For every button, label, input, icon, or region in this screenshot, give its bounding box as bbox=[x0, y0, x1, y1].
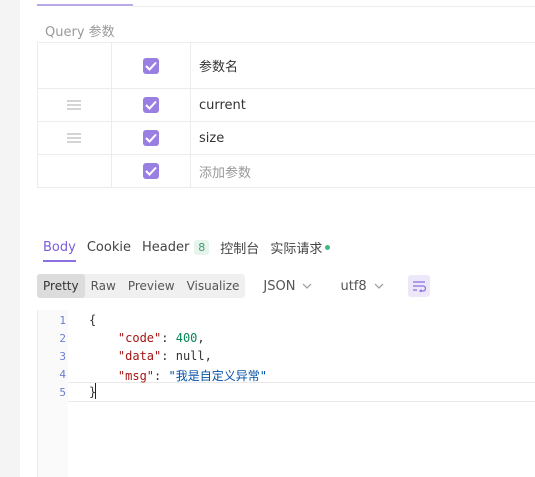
json-sep: : bbox=[161, 349, 176, 363]
response-toolbar: Pretty Raw Preview Visualize JSON utf8 bbox=[37, 274, 430, 298]
json-comma: , bbox=[197, 331, 205, 345]
divider bbox=[133, 6, 535, 7]
param-name-field[interactable]: size bbox=[199, 122, 224, 154]
code-line: "data": null, bbox=[89, 349, 212, 363]
code-line: "msg": "我是自定义异常" bbox=[89, 367, 267, 384]
view-mode-switch: Pretty Raw Preview Visualize bbox=[37, 274, 246, 298]
param-enabled-checkbox[interactable] bbox=[143, 130, 159, 146]
drag-column bbox=[37, 122, 112, 154]
check-icon bbox=[145, 61, 157, 71]
chevron-down-icon bbox=[303, 283, 312, 289]
param-row: current bbox=[37, 89, 535, 122]
drag-column bbox=[37, 43, 112, 88]
header-count-badge: 8 bbox=[194, 239, 210, 255]
encoding-select-value: utf8 bbox=[340, 278, 367, 294]
select-all-checkbox[interactable] bbox=[143, 57, 159, 74]
tab-body[interactable]: Body bbox=[43, 233, 76, 262]
tab-console[interactable]: 控制台 bbox=[220, 233, 259, 261]
format-select[interactable]: JSON bbox=[263, 279, 312, 294]
format-select-value: JSON bbox=[263, 278, 296, 294]
query-params-panel: Query 参数 参数名 current size 添加参数 bbox=[20, 0, 535, 222]
params-table: 参数名 current size 添加参数 bbox=[37, 42, 535, 188]
view-mode-raw[interactable]: Raw bbox=[85, 274, 122, 298]
json-sep: : bbox=[161, 331, 176, 345]
json-value: null bbox=[175, 349, 205, 363]
line-number: 1 bbox=[59, 314, 66, 327]
view-mode-pretty[interactable]: Pretty bbox=[37, 274, 85, 298]
json-value: "我是自定义异常" bbox=[168, 369, 267, 383]
tab-label: 实际请求 bbox=[270, 241, 323, 257]
check-column bbox=[111, 155, 191, 187]
line-number-gutter: 1 2 3 4 5 bbox=[38, 310, 68, 477]
status-dot bbox=[325, 244, 331, 250]
query-params-title: Query 参数 bbox=[45, 25, 115, 40]
response-tabs: Body Cookie Header 8 控制台 实际请求 bbox=[43, 233, 341, 262]
json-sep: : bbox=[154, 369, 169, 383]
drag-column bbox=[37, 89, 112, 121]
response-code-editor[interactable]: 1 2 3 4 5 { "code": 400, "data": null, "… bbox=[37, 310, 535, 477]
param-name-header: 参数名 bbox=[199, 60, 239, 75]
tab-cookie[interactable]: Cookie bbox=[87, 233, 131, 261]
tab-actual-request[interactable]: 实际请求 bbox=[270, 233, 331, 261]
drag-handle-icon[interactable] bbox=[67, 100, 81, 110]
check-column bbox=[111, 43, 191, 88]
line-number: 3 bbox=[59, 350, 66, 363]
check-icon bbox=[145, 100, 157, 110]
code-line: { bbox=[89, 313, 96, 327]
view-mode-visualize[interactable]: Visualize bbox=[181, 274, 246, 298]
add-param-input[interactable]: 添加参数 bbox=[199, 155, 251, 187]
tab-label: Body bbox=[43, 239, 76, 255]
param-row-new: 添加参数 bbox=[37, 155, 535, 188]
line-number: 2 bbox=[59, 332, 66, 345]
tab-label: Header bbox=[141, 239, 190, 255]
check-column bbox=[111, 89, 191, 121]
check-icon bbox=[145, 133, 157, 143]
line-number: 5 bbox=[59, 386, 66, 399]
word-wrap-button[interactable] bbox=[407, 275, 430, 297]
line-number: 4 bbox=[59, 368, 66, 381]
json-comma: , bbox=[204, 349, 212, 363]
param-name-field[interactable]: current bbox=[199, 89, 246, 121]
brace-open: { bbox=[89, 313, 97, 327]
tab-label: Cookie bbox=[86, 239, 131, 255]
drag-handle-icon[interactable] bbox=[67, 133, 81, 143]
drag-column bbox=[37, 155, 112, 187]
json-value: 400 bbox=[175, 331, 198, 345]
tab-header[interactable]: Header 8 bbox=[141, 233, 210, 261]
check-column bbox=[111, 122, 191, 154]
json-key: "msg" bbox=[117, 369, 155, 383]
json-key: "code" bbox=[117, 331, 162, 345]
code-line: "code": 400, bbox=[89, 331, 205, 345]
json-key: "data" bbox=[117, 349, 162, 363]
text-cursor bbox=[95, 383, 96, 399]
param-enabled-checkbox[interactable] bbox=[143, 97, 159, 113]
encoding-select[interactable]: utf8 bbox=[340, 278, 384, 294]
chevron-down-icon bbox=[374, 283, 384, 289]
active-tab-indicator bbox=[37, 4, 133, 6]
param-enabled-checkbox[interactable] bbox=[143, 163, 159, 179]
active-line-highlight bbox=[68, 382, 535, 402]
response-panel: Body Cookie Header 8 控制台 实际请求 Pretty Raw … bbox=[20, 222, 535, 477]
param-row: size bbox=[37, 122, 535, 155]
params-header-row: 参数名 bbox=[37, 43, 535, 89]
tab-label: 控制台 bbox=[220, 241, 260, 257]
check-icon bbox=[145, 166, 157, 176]
view-mode-preview[interactable]: Preview bbox=[122, 274, 181, 298]
word-wrap-icon bbox=[412, 281, 426, 292]
